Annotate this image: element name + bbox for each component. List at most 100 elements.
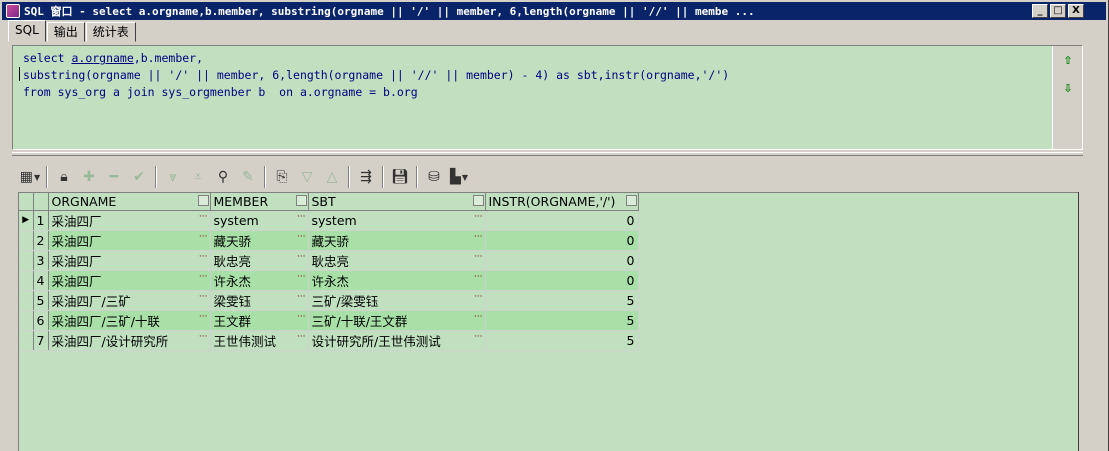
cell-editor-button[interactable]: ··· [297,252,306,262]
cell-orgname[interactable]: 采油四厂 ··· [48,250,211,271]
row-number[interactable]: 7 [33,330,49,351]
tab-sql[interactable]: SQL [8,20,46,42]
row-number[interactable]: 6 [33,310,49,331]
cell-editor-button[interactable]: ··· [474,212,483,222]
move-down-icon[interactable]: ⇩ [1061,82,1075,96]
fetch-next-icon[interactable]: ⩔ [161,165,185,189]
single-record-view-icon[interactable]: ⇶ [354,165,378,189]
cell-editor-button[interactable]: ··· [199,232,208,242]
lock-icon[interactable]: 🔒︎ [52,165,76,189]
cell-member[interactable]: system ··· [210,210,309,231]
cell-member[interactable]: 梁雯钰 ··· [210,290,309,311]
cell-sbt[interactable]: 藏天骄 ··· [308,230,486,251]
cell-member[interactable]: 耿忠亮 ··· [210,250,309,271]
column-menu-icon[interactable] [197,195,209,206]
post-icon[interactable]: ✔ [127,165,151,189]
column-header-sbt[interactable]: SBT [308,193,486,211]
cell-sbt[interactable]: 设计研究所/王世伟测试 ··· [308,330,486,351]
cell-editor-button[interactable]: ··· [474,232,483,242]
row-indicator[interactable]: ▶ [19,210,34,231]
table-row[interactable]: ▶ 1 采油四厂 ··· system ··· system ··· 0 [19,210,639,231]
table-row[interactable]: 7 采油四厂/设计研究所 ··· 王世伟测试 ··· 设计研究所/王世伟测试 ··· 5 [19,330,639,351]
cell-editor-button[interactable]: ··· [199,272,208,282]
cell-member[interactable]: 王世伟测试 ··· [210,330,309,351]
table-row[interactable]: 6 采油四厂/三矿/十联 ··· 王文群 ··· 三矿/十联/王文群 ··· 5 [19,310,639,331]
tab-statistics[interactable]: 统计表 [85,22,136,42]
cell-editor-button[interactable]: ··· [199,312,208,322]
cell-editor-button[interactable]: ··· [474,292,483,302]
cell-editor-button[interactable]: ··· [297,232,306,242]
grid-menu-icon[interactable]: ▦ ▼ [18,165,42,189]
tab-output[interactable]: 输出 [46,22,85,42]
cell-editor-button[interactable]: ··· [297,292,306,302]
row-indicator[interactable] [19,270,34,291]
cell-editor-button[interactable]: ··· [297,332,306,342]
cell-member[interactable]: 许永杰 ··· [210,270,309,291]
pane-splitter[interactable] [12,152,1083,156]
cell-instr[interactable]: 0 [485,250,639,271]
cell-sbt[interactable]: 三矿/梁雯钰 ··· [308,290,486,311]
sql-code[interactable]: select a.orgname,b.member, substring(org… [19,50,729,101]
cell-instr[interactable]: 0 [485,210,639,231]
move-up-icon[interactable]: ⇧ [1061,54,1075,68]
minimize-button[interactable]: _ [1032,4,1048,18]
query-by-example-icon[interactable]: ⎘ [270,165,294,189]
cell-instr[interactable]: 0 [485,270,639,291]
cell-instr[interactable]: 0 [485,230,639,251]
cell-instr[interactable]: 5 [485,290,639,311]
row-indicator[interactable] [19,230,34,251]
maximize-button[interactable]: □ [1050,4,1066,18]
next-icon[interactable]: ▽ [295,165,319,189]
cell-editor-button[interactable]: ··· [297,312,306,322]
cell-member[interactable]: 藏天骄 ··· [210,230,309,251]
row-number[interactable]: 4 [33,270,49,291]
cell-instr[interactable]: 5 [485,310,639,331]
cell-sbt[interactable]: system ··· [308,210,486,231]
row-number[interactable]: 1 [33,210,49,231]
row-indicator[interactable] [19,290,34,311]
row-indicator[interactable] [19,310,34,331]
table-row[interactable]: 4 采油四厂 ··· 许永杰 ··· 许永杰 ··· 0 [19,270,639,291]
close-button[interactable]: X [1068,4,1084,18]
cell-instr[interactable]: 5 [485,330,639,351]
cell-editor-button[interactable]: ··· [474,312,483,322]
sql-editor[interactable]: select a.orgname,b.member, substring(org… [12,45,1083,150]
find-icon[interactable]: ⚲ [211,165,235,189]
row-number[interactable]: 5 [33,290,49,311]
cell-editor-button[interactable]: ··· [474,252,483,262]
column-menu-icon[interactable] [295,195,307,206]
title-bar[interactable]: SQL 窗口 - select a.orgname,b.member, subs… [2,2,1106,20]
fetch-last-icon[interactable]: ⩡ [186,165,210,189]
clear-icon[interactable]: ✎ [236,165,260,189]
cell-orgname[interactable]: 采油四厂/三矿 ··· [48,290,211,311]
cell-sbt[interactable]: 三矿/十联/王文群 ··· [308,310,486,331]
row-number[interactable]: 3 [33,250,49,271]
cell-member[interactable]: 王文群 ··· [210,310,309,331]
export-icon[interactable]: ⛁ [422,165,446,189]
chart-icon[interactable]: ▙ ▼ [447,165,471,189]
cell-orgname[interactable]: 采油四厂 ··· [48,230,211,251]
table-row[interactable]: 3 采油四厂 ··· 耿忠亮 ··· 耿忠亮 ··· 0 [19,250,639,271]
cell-sbt[interactable]: 许永杰 ··· [308,270,486,291]
column-header-orgname[interactable]: ORGNAME [48,193,211,211]
cell-orgname[interactable]: 采油四厂 ··· [48,270,211,291]
row-indicator[interactable] [19,330,34,351]
add-record-icon[interactable]: ✚ [77,165,101,189]
column-menu-icon[interactable] [625,195,637,206]
column-header-instr[interactable]: INSTR(ORGNAME,'/') [485,193,639,211]
cell-editor-button[interactable]: ··· [199,332,208,342]
cell-editor-button[interactable]: ··· [199,292,208,302]
table-row[interactable]: 2 采油四厂 ··· 藏天骄 ··· 藏天骄 ··· 0 [19,230,639,251]
column-header-member[interactable]: MEMBER [210,193,309,211]
cell-orgname[interactable]: 采油四厂/三矿/十联 ··· [48,310,211,331]
cell-orgname[interactable]: 采油四厂/设计研究所 ··· [48,330,211,351]
row-indicator[interactable] [19,250,34,271]
table-row[interactable]: 5 采油四厂/三矿 ··· 梁雯钰 ··· 三矿/梁雯钰 ··· 5 [19,290,639,311]
prev-icon[interactable]: △ [320,165,344,189]
cell-editor-button[interactable]: ··· [474,332,483,342]
cell-sbt[interactable]: 耿忠亮 ··· [308,250,486,271]
delete-record-icon[interactable]: ━ [102,165,126,189]
cell-orgname[interactable]: 采油四厂 ··· [48,210,211,231]
column-menu-icon[interactable] [472,195,484,206]
cell-editor-button[interactable]: ··· [297,212,306,222]
